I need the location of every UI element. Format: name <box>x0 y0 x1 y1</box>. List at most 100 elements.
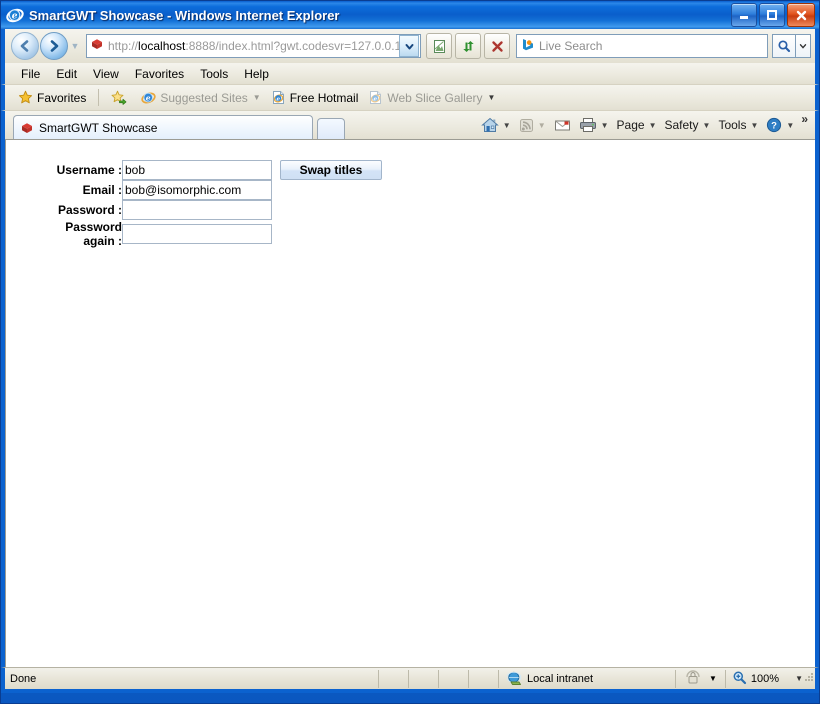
smartgwt-icon <box>20 121 34 135</box>
svg-text:e: e <box>276 96 280 102</box>
favorites-item-free-hotmail[interactable]: e Free Hotmail <box>266 89 364 106</box>
print-button[interactable]: ▼ <box>575 117 613 133</box>
help-button[interactable]: ? ▼ <box>762 117 798 133</box>
username-input[interactable] <box>122 160 272 180</box>
form-table: Username : Swap titles Email : <box>36 160 382 248</box>
zoom-level-label: 100% <box>750 672 780 685</box>
email-cell <box>122 180 272 200</box>
email-input[interactable] <box>122 180 272 200</box>
menu-item-favorites[interactable]: Favorites <box>127 65 192 83</box>
address-dropdown-button[interactable] <box>399 35 419 57</box>
feeds-icon <box>519 118 534 133</box>
password-again-label: Password again : <box>65 220 122 248</box>
feeds-button[interactable]: ▼ <box>515 118 550 133</box>
chevron-down-icon[interactable]: ▼ <box>253 93 261 102</box>
svg-text:?: ? <box>771 121 777 132</box>
title-bar: e SmartGWT Showcase - Windows Internet E… <box>1 1 819 29</box>
address-input[interactable]: http://localhost:8888/index.html?gwt.cod… <box>86 34 421 58</box>
search-dropdown-button[interactable] <box>796 34 811 58</box>
menu-item-view[interactable]: View <box>85 65 127 83</box>
window-controls <box>731 3 815 27</box>
internet-explorer-icon: e <box>6 6 24 24</box>
minimize-button[interactable] <box>731 3 757 27</box>
search-input[interactable]: Live Search <box>516 34 768 58</box>
new-tab-button[interactable] <box>317 118 345 139</box>
username-cell <box>122 160 272 180</box>
chevron-down-icon: ▼ <box>537 120 546 130</box>
favorites-item-label: Suggested Sites <box>160 90 248 105</box>
swap-titles-cell: Swap titles <box>272 160 382 180</box>
tab-label: SmartGWT Showcase <box>39 120 158 135</box>
star-icon <box>18 90 33 105</box>
chevron-down-icon[interactable]: ▼ <box>703 121 711 130</box>
favorites-item-label: Free Hotmail <box>289 90 359 105</box>
chevron-down-icon[interactable]: ▼ <box>488 93 496 102</box>
resize-gripper[interactable] <box>803 671 818 686</box>
tab-smartgwt-showcase[interactable]: SmartGWT Showcase <box>13 115 313 139</box>
registration-form: Username : Swap titles Email : <box>36 160 382 248</box>
tools-menu-button[interactable]: Tools ▼ <box>714 118 762 132</box>
window-bottom-frame <box>1 689 819 693</box>
password-input[interactable] <box>122 200 272 220</box>
form-row-username: Username : Swap titles <box>36 160 382 180</box>
chevron-down-icon[interactable]: ▼ <box>750 121 758 130</box>
back-button[interactable] <box>11 32 39 60</box>
form-row-password-again: Password again : <box>36 220 382 248</box>
home-button[interactable]: ▼ <box>477 117 515 133</box>
help-icon: ? <box>766 117 782 133</box>
search-go-button[interactable] <box>772 34 796 58</box>
favorites-label: Favorites <box>37 90 87 105</box>
stop-button[interactable] <box>484 33 510 59</box>
add-to-favorites-button[interactable] <box>106 89 136 106</box>
svg-text:e: e <box>146 94 151 103</box>
zoom-control[interactable]: 100% ▼ <box>726 670 819 688</box>
password-label: Password : <box>57 203 122 217</box>
safety-menu-button[interactable]: Safety ▼ <box>661 118 715 132</box>
chevron-down-icon[interactable]: ▼ <box>795 674 803 683</box>
read-mail-button[interactable] <box>550 118 575 132</box>
internet-explorer-icon: e <box>141 90 157 105</box>
page-menu-label: Page <box>616 118 645 132</box>
password-again-input[interactable] <box>122 224 272 244</box>
favorites-item-web-slice-gallery[interactable]: e Web Slice Gallery ▼ <box>363 89 500 106</box>
status-bar: Done Local intranet ▼ 100% ▼ <box>1 667 819 689</box>
favorites-item-suggested-sites[interactable]: e Suggested Sites ▼ <box>136 89 265 106</box>
forward-button[interactable] <box>40 32 68 60</box>
bing-icon <box>521 37 535 56</box>
address-text: http://localhost:8888/index.html?gwt.cod… <box>108 39 399 53</box>
close-button[interactable] <box>787 3 815 27</box>
smartgwt-icon <box>90 37 104 56</box>
status-segment <box>409 670 438 688</box>
menu-item-file[interactable]: File <box>13 65 48 83</box>
menu-item-edit[interactable]: Edit <box>48 65 85 83</box>
chevron-down-icon[interactable]: ▼ <box>503 121 511 130</box>
swap-titles-button[interactable]: Swap titles <box>280 160 382 180</box>
print-icon <box>579 117 597 133</box>
chevron-down-icon[interactable]: ▼ <box>649 121 657 130</box>
status-text: Done <box>10 672 37 685</box>
favorites-separator <box>98 89 100 106</box>
status-segment <box>469 670 498 688</box>
security-zone-indicator[interactable]: Local intranet <box>499 671 675 686</box>
menu-item-help[interactable]: Help <box>236 65 277 83</box>
refresh-button[interactable] <box>455 33 481 59</box>
read-mail-icon <box>554 118 571 132</box>
tools-menu-label: Tools <box>718 118 747 132</box>
compatibility-view-button[interactable] <box>426 33 452 59</box>
menu-item-tools[interactable]: Tools <box>192 65 236 83</box>
protected-mode-indicator[interactable]: ▼ <box>676 669 725 688</box>
favorites-item-label: Web Slice Gallery <box>387 90 483 105</box>
favorites-bar: Favorites e Suggested Sites ▼ e Free Hot… <box>1 85 819 111</box>
chevron-down-icon[interactable]: ▼ <box>601 121 609 130</box>
command-bar: ▼ ▼ ▼ Page ▼ Safety ▼ Tools ▼ ? ▼ » <box>477 112 811 138</box>
page-icon: e <box>368 90 383 105</box>
chevron-down-icon[interactable]: ▼ <box>786 121 794 130</box>
history-dropdown-icon[interactable]: ▼ <box>68 41 82 51</box>
status-segment <box>439 670 468 688</box>
maximize-button[interactable] <box>759 3 785 27</box>
page-menu-button[interactable]: Page ▼ <box>613 118 661 132</box>
chevron-down-icon[interactable]: ▼ <box>709 674 717 683</box>
command-bar-overflow-button[interactable]: » <box>798 112 811 126</box>
svg-text:e: e <box>374 96 378 102</box>
favorites-button[interactable]: Favorites <box>13 89 91 106</box>
